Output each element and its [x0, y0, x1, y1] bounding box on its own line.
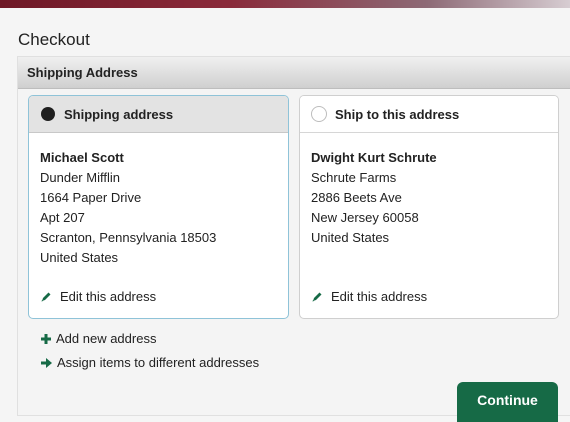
address-card[interactable]: Ship to this address Dwight Kurt Schrute… [299, 95, 559, 319]
address-line: Schrute Farms [311, 170, 397, 185]
address-line: Scranton, Pennsylvania 18503 [40, 230, 217, 245]
add-new-address-label: Add new address [56, 331, 157, 346]
address-name: Dwight Kurt Schrute [311, 150, 437, 165]
assign-items-link[interactable]: Assign items to different addresses [41, 355, 259, 370]
page-title: Checkout [18, 30, 90, 49]
address-details: Dwight Kurt Schrute Schrute Farms 2886 B… [300, 133, 558, 248]
address-card-heading: Shipping address [64, 106, 174, 122]
address-line: Dunder Mifflin [40, 170, 120, 185]
address-card-selected[interactable]: Shipping address Michael Scott Dunder Mi… [28, 95, 289, 319]
plus-icon [41, 333, 51, 344]
address-card-header[interactable]: Ship to this address [300, 96, 558, 133]
continue-button[interactable]: Continue [457, 382, 558, 422]
arrow-right-icon [41, 357, 52, 368]
address-line: United States [40, 250, 119, 265]
pencil-icon [312, 292, 322, 301]
panel-header: Shipping Address [18, 57, 570, 89]
shipping-address-panel: Shipping Address Shipping address Michae… [17, 56, 570, 422]
address-line: New Jersey 60058 [311, 210, 419, 225]
assign-items-label: Assign items to different addresses [57, 355, 260, 370]
address-line: 1664 Paper Drive [40, 190, 142, 205]
edit-address-label: Edit this address [60, 289, 157, 304]
brand-bar [0, 0, 570, 8]
address-card-header[interactable]: Shipping address [29, 96, 288, 133]
address-line: Apt 207 [40, 210, 85, 225]
add-new-address-link[interactable]: Add new address [41, 331, 156, 346]
address-line: 2886 Beets Ave [311, 190, 402, 205]
edit-address-link[interactable]: Edit this address [311, 289, 427, 304]
edit-address-link[interactable]: Edit this address [40, 289, 156, 304]
pencil-icon [41, 292, 51, 301]
radio-unchecked-icon[interactable] [311, 106, 327, 122]
radio-checked-icon[interactable] [40, 106, 56, 122]
address-card-heading: Ship to this address [335, 106, 460, 122]
address-line: United States [311, 230, 390, 245]
address-details: Michael Scott Dunder Mifflin 1664 Paper … [29, 133, 288, 268]
address-name: Michael Scott [40, 150, 124, 165]
edit-address-label: Edit this address [331, 289, 428, 304]
